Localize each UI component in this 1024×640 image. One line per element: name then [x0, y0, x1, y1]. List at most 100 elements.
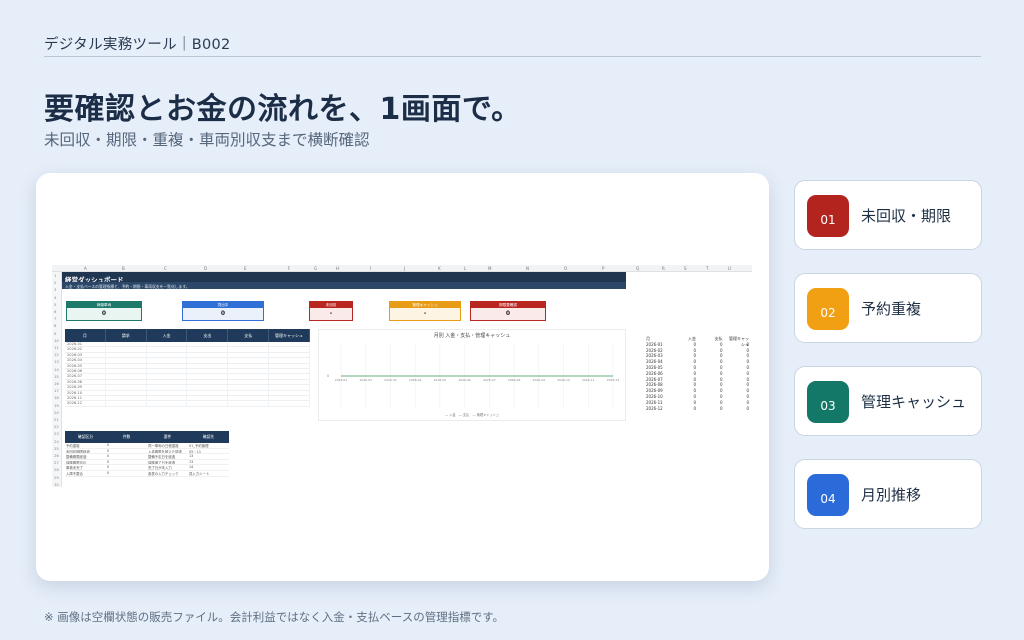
status-table: 確認区分 件数 要件 確認先 予約重複 0 同一車両の日程重複 01_予約管理 未回収期限経過 0… — [65, 431, 229, 477]
table-cell — [269, 385, 310, 390]
column-header: K — [438, 266, 441, 271]
table-cell — [187, 395, 229, 401]
brand-label: デジタル実務ツール｜B002 — [44, 37, 231, 53]
table-cell — [187, 379, 229, 385]
column-header: O — [564, 266, 568, 271]
table-cell — [147, 363, 188, 368]
column-header: A — [84, 266, 87, 271]
row-header: 29 — [54, 474, 59, 480]
status-table-header: 確認区分 件数 要件 確認先 — [65, 431, 229, 443]
table-cell: 入金期限を超えた請求 — [148, 449, 182, 454]
table-cell: 2026-10 — [65, 390, 106, 395]
table-row: 2026-12 — [65, 401, 310, 407]
table-cell — [228, 390, 270, 395]
row-header: 15 — [54, 373, 59, 379]
table-cell — [228, 347, 270, 352]
table-header-cell: 支払 — [228, 329, 270, 342]
table-cell — [187, 358, 229, 363]
row-header: 7 — [54, 316, 57, 322]
table-cell — [106, 342, 147, 347]
table-cell — [187, 352, 229, 358]
table-cell: 各表の入力チェック — [148, 471, 179, 476]
table-header-cell: 入金 — [147, 329, 188, 342]
column-header: Q — [636, 266, 640, 271]
table-cell: 未回収期限経過 — [66, 449, 90, 454]
table-cell — [228, 385, 270, 390]
row-header: 23 — [54, 431, 59, 437]
table-header-cell: 確認先 — [202, 434, 215, 439]
column-header: D — [204, 266, 208, 271]
row-header: 11 — [54, 345, 59, 350]
row-header: 6 — [54, 309, 57, 314]
row-header: 8 — [54, 323, 57, 329]
feature-card-unpaid: 01 未回収・期限 — [794, 180, 982, 250]
table-cell: 0 — [107, 454, 110, 459]
page-title: 要確認とお金の流れを、1画面で。 — [44, 92, 522, 127]
chart-plot: 2026-01 2026-02 2026-03 2026-04 2026-05 2026-… — [327, 344, 619, 408]
screenshot-panel: ABCDEFGHIJKLMNOPQRSTU 1 2 3 4 5 6 7 8 9 10 11 12 13 1… — [36, 173, 769, 581]
column-header: N — [526, 266, 529, 271]
chart-x-tick-label: 2026-10 — [557, 378, 570, 382]
table-cell — [269, 352, 310, 358]
row-header: 9 — [54, 330, 57, 336]
monthly-chart: 月別 入金・支払・管理キャッシュ 2026-01 2026-02 2026-03 20… — [318, 329, 626, 421]
kpi-card: 期限要確認 0 — [470, 301, 546, 321]
table-cell: 2026-03 — [65, 352, 106, 358]
card-label: 予約重複 — [861, 300, 922, 318]
table-cell — [106, 395, 147, 401]
column-header: S — [684, 266, 687, 271]
table-cell — [269, 363, 310, 368]
table-cell: 2026-05 — [65, 363, 106, 368]
chart-legend: — 入金 — 支払 — 管理キャッシュ — [444, 413, 500, 417]
table-cell: 0 — [746, 405, 749, 411]
table-cell — [187, 342, 229, 347]
table-cell — [187, 401, 229, 406]
row-header: 5 — [54, 301, 57, 307]
table-cell — [228, 358, 270, 363]
chart-y-tick-label: 0 — [327, 374, 329, 378]
table-cell: 13 — [189, 459, 194, 464]
table-cell — [147, 401, 188, 406]
card-label: 管理キャッシュ — [861, 393, 967, 411]
table-cell: 0 — [107, 470, 110, 475]
table-cell — [269, 347, 310, 352]
column-header: B — [122, 266, 125, 271]
table-cell — [269, 342, 310, 347]
row-header: 12 — [54, 352, 59, 358]
feature-card-cash: 03 管理キャッシュ — [794, 366, 982, 436]
table-cell — [269, 390, 310, 395]
table-cell — [106, 385, 147, 390]
kpi-card: 貸出中 0 — [182, 301, 264, 321]
table-cell: 13 — [189, 454, 194, 459]
table-cell: 0 — [107, 448, 110, 453]
row-headers: 1 2 3 4 5 6 7 8 9 10 11 12 13 14 15 16 17 18 19 20 21 22 23 24 2… — [52, 272, 62, 487]
table-cell — [147, 379, 188, 385]
table-cell — [147, 390, 188, 395]
row-header: 1 — [54, 273, 57, 278]
table-cell — [187, 374, 229, 379]
row-header: 16 — [54, 381, 59, 386]
table-header-cell: 請求 — [106, 329, 147, 342]
table-cell — [106, 358, 147, 363]
kpi-card: 管理キャッシュ - — [389, 301, 461, 321]
dashboard-title: 経営ダッシュボード — [62, 272, 626, 284]
kpi-value: - — [423, 310, 427, 317]
table-cell — [228, 401, 270, 406]
table-cell: 2026-08 — [65, 379, 106, 385]
feature-card-duplicate: 02 予約重複 — [794, 273, 982, 343]
table-cell — [147, 374, 188, 379]
column-header: R — [662, 266, 665, 271]
table-row: 2026-12 0 0 0 — [646, 406, 752, 412]
monthly-table: 月請求 入金 支出 支払 管理キャッシュ 2026-01 2026-02 2026-03 202… — [65, 329, 310, 407]
dashboard-description: 入金・支払ベースの管理指標と、予約・期限・車両収支を一覧化します。 — [62, 282, 626, 289]
table-header-cell: 件数 — [122, 434, 131, 439]
table-cell: 2026-09 — [65, 385, 106, 390]
chart-x-tick-label: 2026-08 — [508, 378, 521, 382]
row-header: 2 — [54, 280, 57, 286]
table-cell — [147, 368, 188, 374]
column-header: G — [314, 266, 318, 271]
column-header: J — [404, 266, 406, 271]
table-cell — [147, 352, 188, 358]
chart-x-tick-label: 2026-11 — [582, 378, 595, 382]
table-cell: 入庫不整合 — [66, 471, 83, 476]
